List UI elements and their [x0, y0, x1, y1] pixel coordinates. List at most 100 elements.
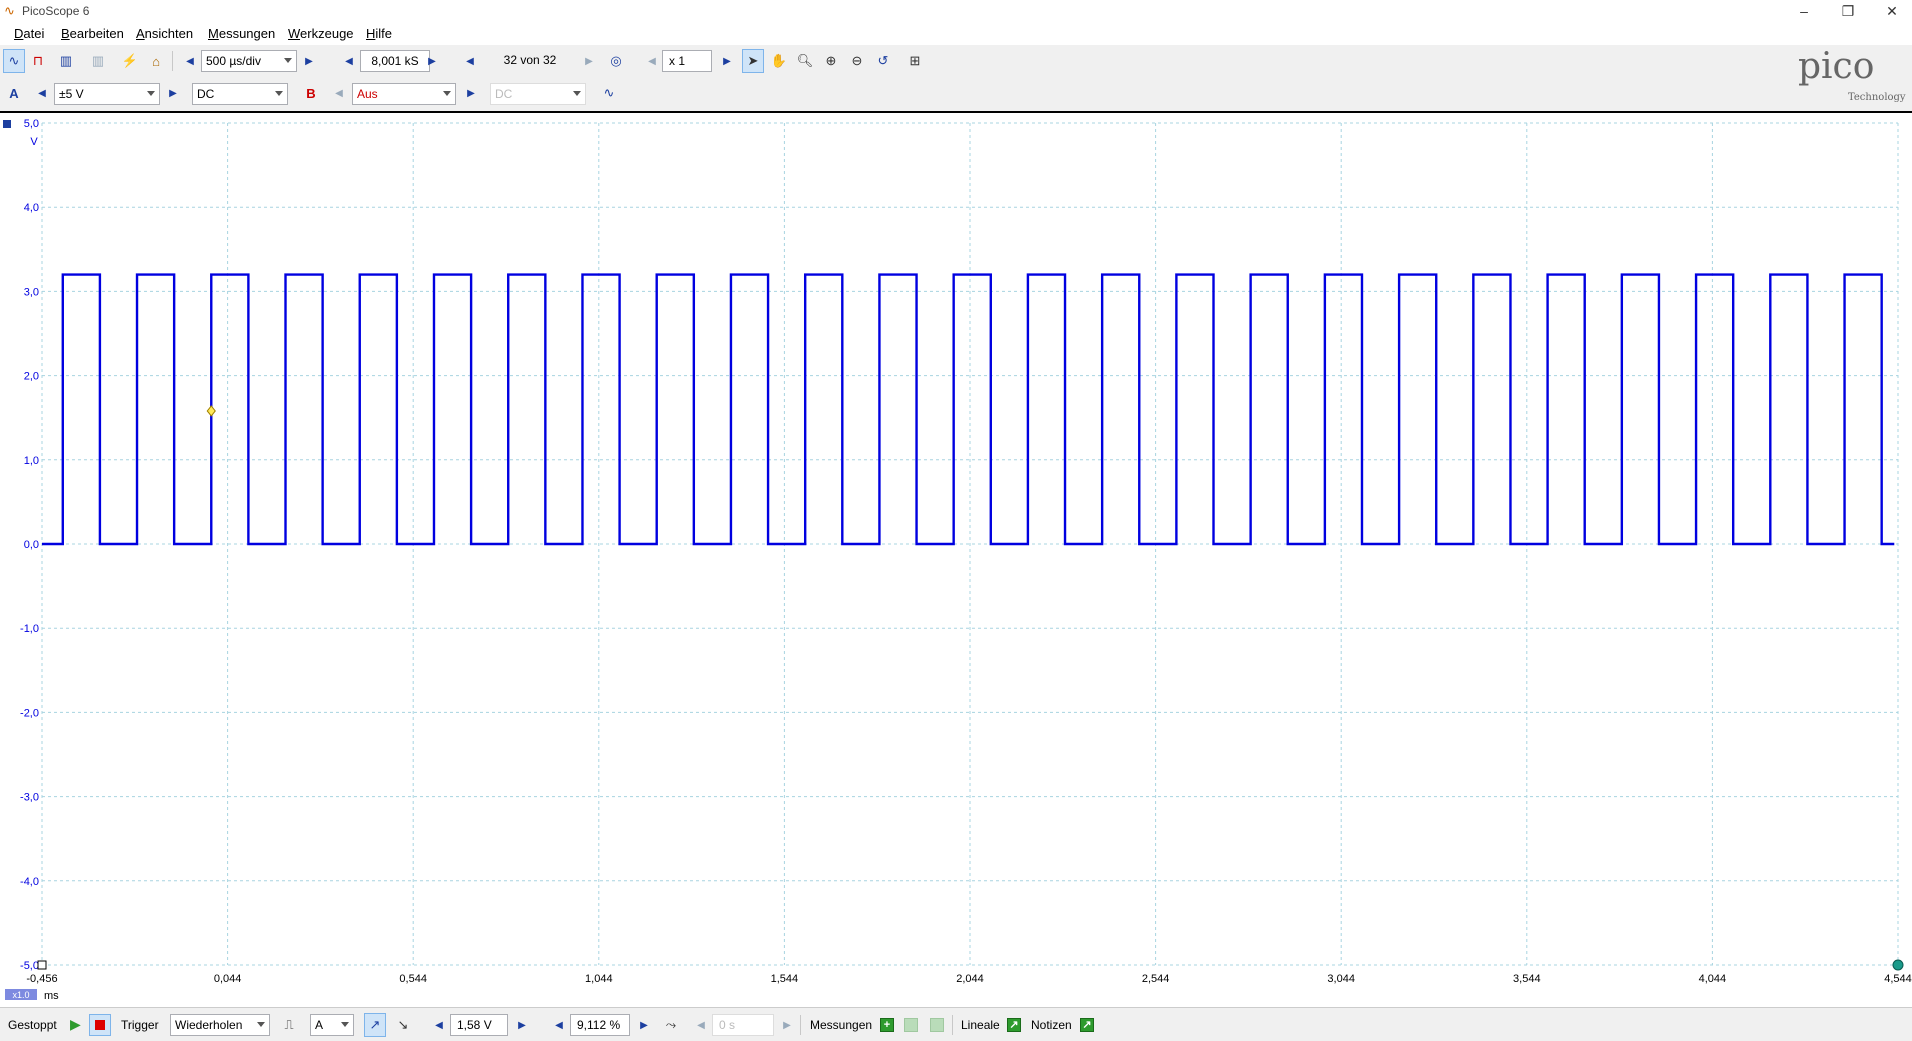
separator — [172, 51, 173, 71]
main-toolbar: ∿ ⊓ ▥ ▥ ⚡ ⌂ ◀ 500 µs/div ▶ ◀ 8,001 kS ▶ … — [0, 47, 1912, 77]
zoom-overview-icon[interactable]: ⊞ — [904, 49, 926, 73]
rulers-icon[interactable]: ↗ — [1007, 1018, 1021, 1032]
undo-zoom-icon[interactable]: ↺ — [872, 49, 894, 73]
scope-view[interactable]: -0,456 0,044 0,544 1,044 1,544 2,044 2,544 3,04… — [0, 111, 1912, 1007]
x-tick-label: 4,544 — [1884, 973, 1912, 985]
buffer-next-button[interactable]: ▶ — [582, 49, 596, 73]
spectrum-persistence-icon[interactable]: ▥ — [87, 49, 109, 73]
hand-tool-icon[interactable]: ✋ — [768, 49, 790, 73]
buffer-prev-button[interactable]: ◀ — [463, 49, 477, 73]
trigger-channel-select[interactable]: A — [310, 1014, 354, 1036]
persistence-mode-icon[interactable]: ⊓ — [27, 49, 49, 73]
stop-button[interactable] — [89, 1014, 111, 1036]
channel-a-axis-marker[interactable] — [3, 120, 11, 128]
delay-next-button[interactable]: ▶ — [780, 1013, 794, 1037]
channel-b-range-select[interactable]: Aus — [352, 83, 456, 105]
x-tick-label: 2,544 — [1142, 973, 1170, 985]
channel-a-range-next-button[interactable]: ▶ — [166, 81, 180, 105]
rising-edge-icon[interactable]: ↗ — [364, 1013, 386, 1037]
zoom-area-icon[interactable]: 🔍︎ — [794, 49, 816, 73]
pretrigger-prev-button[interactable]: ◀ — [552, 1013, 566, 1037]
y-tick-label: 0,0 — [24, 539, 39, 551]
falling-edge-icon[interactable]: ↘ — [392, 1013, 414, 1037]
menu-hilfe[interactable]: Hilfe — [366, 26, 392, 41]
y-tick-label: 5,0 — [24, 118, 39, 130]
buffer-navigator-icon[interactable]: ◎ — [605, 49, 627, 73]
menu-bearbeiten[interactable]: Bearbeiten — [61, 26, 124, 41]
channel-b-coupling-select[interactable]: DC — [490, 83, 586, 105]
zoom-field[interactable]: x 1 — [662, 50, 712, 72]
channel-b-range-prev-button[interactable]: ◀ — [332, 81, 346, 105]
notes-icon[interactable]: ↗ — [1080, 1018, 1094, 1032]
delay-field[interactable]: 0 s — [712, 1014, 774, 1036]
x-scale-badge-label: x1.0 — [12, 990, 29, 1000]
add-measurement-icon[interactable]: + — [880, 1018, 894, 1032]
channel-a-range-prev-button[interactable]: ◀ — [35, 81, 49, 105]
pico-logo: pico Technology — [1794, 46, 1912, 106]
samples-field[interactable]: 8,001 kS — [360, 50, 430, 72]
title-bar: ∿ PicoScope 6 – ❐ ✕ — [0, 0, 1912, 23]
pointer-tool-icon[interactable]: ➤ — [742, 49, 764, 73]
delete-measurement-icon[interactable] — [930, 1018, 944, 1032]
menu-messungen[interactable]: Messungen — [208, 26, 275, 41]
y-tick-label: -5,0 — [20, 960, 39, 972]
minimize-button[interactable]: – — [1784, 0, 1824, 22]
scope-mode-icon[interactable]: ∿ — [3, 49, 25, 73]
zoom-in-icon[interactable]: ⊕ — [820, 49, 842, 73]
y-axis-unit: V — [30, 136, 38, 148]
channel-b-range-next-button[interactable]: ▶ — [464, 81, 478, 105]
trigger-marker[interactable] — [206, 405, 216, 417]
logo-text: pico — [1798, 46, 1875, 87]
trigger-level-field[interactable]: 1,58 V — [450, 1014, 508, 1036]
x-tick-label: 1,044 — [585, 973, 613, 985]
start-icon[interactable]: ▶ — [70, 1016, 81, 1033]
channel-a-options-button[interactable]: A — [3, 81, 25, 105]
notes-label: Notizen — [1031, 1018, 1072, 1032]
timebase-next-button[interactable]: ▶ — [302, 49, 316, 73]
channel-a-range-select[interactable]: ±5 V — [54, 83, 160, 105]
zoom-out-icon[interactable]: ⊖ — [846, 49, 868, 73]
oscilloscope-plot[interactable]: -0,456 0,044 0,544 1,044 1,544 2,044 2,544 3,04… — [0, 113, 1912, 1007]
home-icon[interactable]: ⌂ — [145, 49, 167, 73]
restore-button[interactable]: ❐ — [1828, 0, 1868, 22]
signal-trace-channel-a — [42, 273, 1895, 546]
spectrum-mode-icon[interactable]: ▥ — [55, 49, 77, 73]
menu-werkzeuge[interactable]: Werkzeuge — [288, 26, 354, 41]
channel-b-options-button[interactable]: B — [300, 81, 322, 105]
channel-toolbar: A ◀ ±5 V ▶ DC B ◀ Aus ▶ DC ∿ — [0, 79, 1912, 109]
edit-measurement-icon[interactable] — [904, 1018, 918, 1032]
menu-datei[interactable]: Datei — [14, 26, 44, 41]
timebase-prev-button[interactable]: ◀ — [183, 49, 197, 73]
math-channels-icon[interactable]: ∿ — [598, 81, 620, 105]
y-tick-label: -4,0 — [20, 876, 39, 888]
pretrigger-next-button[interactable]: ▶ — [637, 1013, 651, 1037]
window-title: PicoScope 6 — [22, 4, 90, 18]
y-tick-label: -3,0 — [20, 792, 39, 804]
ruler-handle-right[interactable] — [1892, 959, 1904, 971]
channel-a-coupling-select[interactable]: DC — [192, 83, 288, 105]
delay-prev-button[interactable]: ◀ — [694, 1013, 708, 1037]
advanced-trigger-icon[interactable]: ⎍ — [278, 1013, 300, 1037]
ruler-handle-left[interactable] — [37, 960, 47, 970]
logo-subtext: Technology — [1848, 92, 1906, 103]
separator — [800, 1015, 801, 1035]
channel-a-range-value: ±5 V — [59, 87, 84, 101]
post-trigger-delay-icon[interactable]: ⤳ — [660, 1013, 682, 1037]
x-tick-label: 0,044 — [214, 973, 242, 985]
trigger-level-prev-button[interactable]: ◀ — [432, 1013, 446, 1037]
trigger-level-next-button[interactable]: ▶ — [515, 1013, 529, 1037]
auto-setup-icon[interactable]: ⚡ — [119, 49, 141, 73]
trigger-mode-select[interactable]: Wiederholen — [170, 1014, 270, 1036]
samples-prev-button[interactable]: ◀ — [342, 49, 356, 73]
samples-next-button[interactable]: ▶ — [425, 49, 439, 73]
timebase-select[interactable]: 500 µs/div — [201, 50, 297, 72]
zoom-next-button[interactable]: ▶ — [720, 49, 734, 73]
menu-ansichten[interactable]: Ansichten — [136, 26, 193, 41]
buffer-field[interactable]: 32 von 32 — [484, 50, 576, 72]
zoom-prev-button[interactable]: ◀ — [645, 49, 659, 73]
channel-b-label: B — [306, 85, 316, 101]
close-button[interactable]: ✕ — [1872, 0, 1912, 22]
pretrigger-field[interactable]: 9,112 % — [570, 1014, 630, 1036]
stop-icon — [95, 1020, 105, 1030]
separator — [952, 1015, 953, 1035]
